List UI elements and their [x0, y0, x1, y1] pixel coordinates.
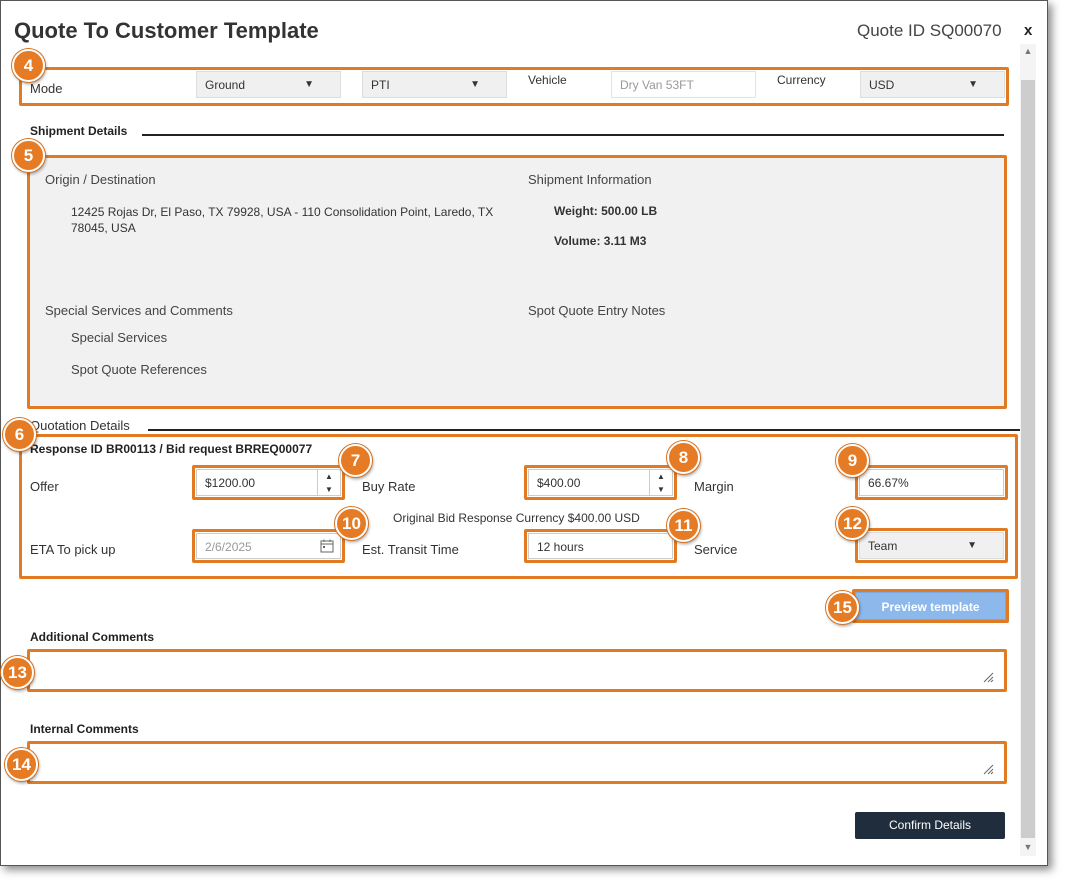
internal-comments-label: Internal Comments	[30, 722, 139, 736]
callout-badge-14: 14	[5, 748, 38, 781]
section-divider	[148, 429, 1020, 431]
service-select-value: Team	[868, 539, 898, 553]
callout-badge-12: 12	[836, 507, 869, 540]
vehicle-label: Vehicle	[528, 73, 567, 87]
service-label: Service	[694, 542, 738, 557]
calendar-icon[interactable]	[320, 539, 334, 553]
eta-date-input[interactable]: 2/6/2025	[196, 533, 341, 559]
sub-mode-select-value: PTI	[371, 78, 390, 92]
resize-grip-icon[interactable]	[982, 671, 994, 683]
buy-rate-label: Buy Rate	[362, 479, 416, 494]
chevron-down-icon: ▼	[470, 79, 480, 90]
buy-rate-stepper[interactable]: ▲ ▼	[649, 470, 672, 495]
callout-badge-5: 5	[12, 139, 45, 172]
response-id: Response ID BR00113 / Bid request BRREQ0…	[30, 442, 313, 456]
close-button[interactable]: x	[1024, 22, 1032, 39]
mode-select-value: Ground	[205, 78, 246, 92]
service-select[interactable]: Team ▼	[859, 532, 1004, 559]
vehicle-field[interactable]: Dry Van 53FT	[611, 71, 756, 98]
additional-comments-textarea[interactable]	[27, 649, 1007, 692]
callout-badge-7: 7	[339, 444, 372, 477]
spot-quote-references: Spot Quote References	[71, 362, 207, 377]
shipment-information-heading: Shipment Information	[528, 172, 652, 187]
dialog-title: Quote To Customer Template	[14, 18, 319, 43]
margin-label: Margin	[694, 479, 734, 494]
callout-badge-4: 4	[12, 49, 45, 82]
margin-input[interactable]: 66.67%	[859, 469, 1004, 496]
offer-label: Offer	[30, 479, 59, 494]
scrollbar-thumb[interactable]	[1021, 80, 1035, 838]
stepper-up-icon[interactable]: ▲	[318, 470, 340, 483]
currency-select-value: USD	[869, 78, 895, 92]
mode-select[interactable]: Ground ▼	[196, 71, 341, 98]
callout-badge-15: 15	[826, 591, 859, 624]
additional-comments-label: Additional Comments	[30, 630, 155, 644]
offer-input[interactable]: $1200.00 ▲ ▼	[196, 469, 341, 496]
eta-value: 2/6/2025	[205, 540, 252, 554]
resize-grip-icon[interactable]	[982, 763, 994, 775]
buy-rate-input[interactable]: $400.00 ▲ ▼	[528, 469, 673, 496]
original-bid-response: Original Bid Response Currency $400.00 U…	[393, 511, 640, 525]
scroll-up-icon[interactable]: ▲	[1020, 44, 1036, 58]
stepper-down-icon[interactable]: ▼	[318, 483, 340, 496]
chevron-down-icon: ▼	[968, 79, 978, 90]
stepper-up-icon[interactable]: ▲	[650, 470, 672, 483]
sub-mode-select[interactable]: PTI ▼	[362, 71, 507, 98]
weight-value: Weight: 500.00 LB	[554, 204, 658, 218]
chevron-down-icon: ▼	[304, 79, 314, 90]
special-services-heading: Special Services and Comments	[45, 303, 233, 318]
eta-label: ETA To pick up	[30, 542, 116, 557]
stepper-down-icon[interactable]: ▼	[650, 483, 672, 496]
callout-badge-13: 13	[1, 656, 34, 689]
quotation-details-title: Quotation Details	[30, 418, 130, 433]
origin-destination-text: 12425 Rojas Dr, El Paso, TX 79928, USA -…	[71, 205, 494, 235]
callout-badge-8: 8	[667, 441, 700, 474]
spot-quote-notes-heading: Spot Quote Entry Notes	[528, 303, 666, 318]
scroll-down-icon[interactable]: ▼	[1020, 840, 1036, 854]
currency-select[interactable]: USD ▼	[860, 71, 1005, 98]
quote-id: Quote ID SQ00070	[857, 21, 1002, 40]
buy-rate-value: $400.00	[537, 476, 581, 490]
confirm-details-button[interactable]: Confirm Details	[855, 812, 1005, 839]
quote-dialog	[0, 0, 1048, 866]
callout-badge-9: 9	[836, 444, 869, 477]
mode-label: Mode	[30, 81, 63, 96]
transit-time-label: Est. Transit Time	[362, 542, 459, 557]
offer-stepper[interactable]: ▲ ▼	[317, 470, 340, 495]
currency-label: Currency	[777, 73, 826, 87]
transit-time-input[interactable]: 12 hours	[528, 533, 673, 559]
origin-destination-heading: Origin / Destination	[45, 172, 156, 187]
section-divider	[142, 134, 1004, 136]
preview-template-button[interactable]: Preview template	[855, 592, 1006, 620]
shipment-details-title: Shipment Details	[30, 124, 128, 138]
callout-badge-11: 11	[667, 509, 700, 542]
chevron-down-icon: ▼	[967, 540, 977, 551]
special-services-text: Special Services	[71, 330, 168, 345]
offer-value: $1200.00	[205, 476, 256, 490]
internal-comments-textarea[interactable]	[27, 741, 1007, 784]
volume-value: Volume: 3.11 M3	[554, 234, 647, 248]
callout-badge-10: 10	[335, 507, 368, 540]
callout-badge-6: 6	[3, 418, 36, 451]
